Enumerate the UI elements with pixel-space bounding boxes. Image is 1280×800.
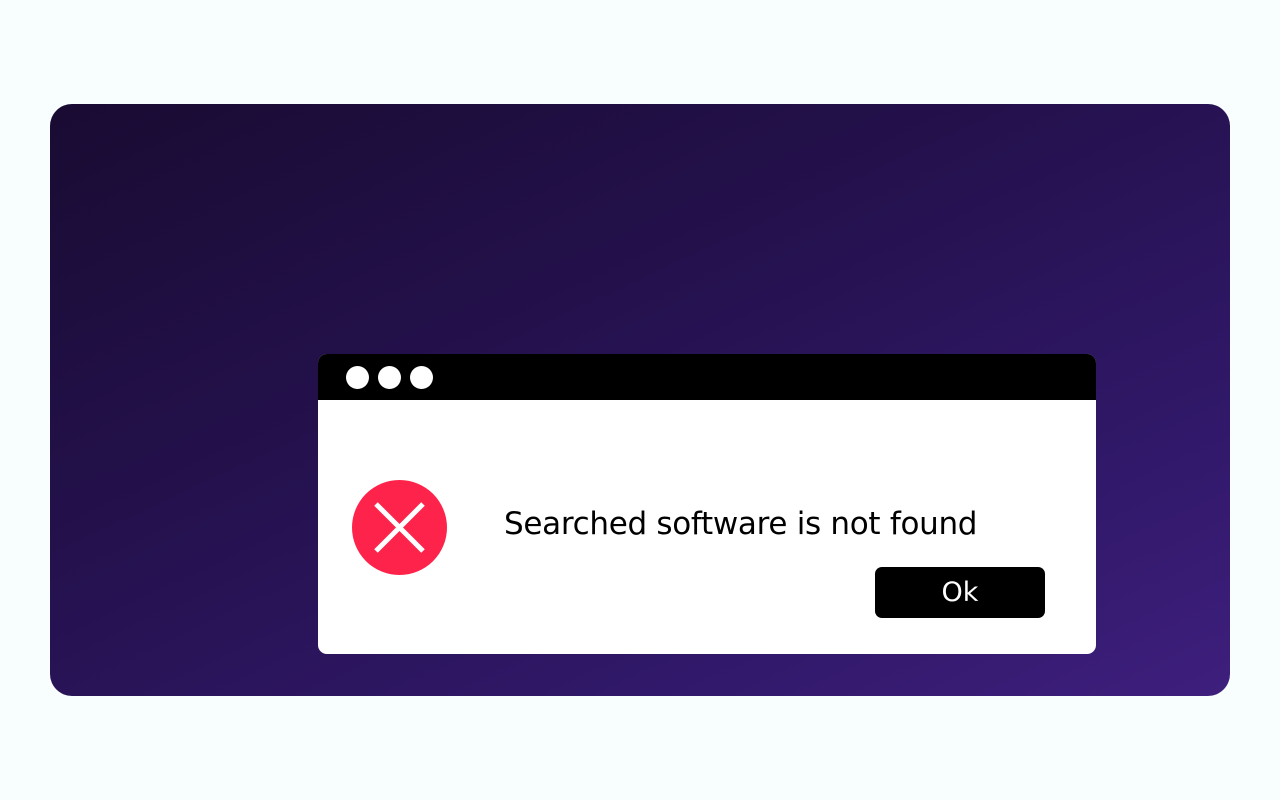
dialog-titlebar xyxy=(318,354,1096,400)
background-panel: Searched software is not found Ok xyxy=(50,104,1230,696)
window-control-dot-3[interactable] xyxy=(410,366,433,389)
error-message: Searched software is not found xyxy=(504,506,978,542)
ok-button[interactable]: Ok xyxy=(875,567,1045,618)
error-x-icon xyxy=(352,480,447,575)
error-dialog: Searched software is not found Ok xyxy=(318,354,1096,654)
window-control-dot-1[interactable] xyxy=(346,366,369,389)
window-control-dot-2[interactable] xyxy=(378,366,401,389)
